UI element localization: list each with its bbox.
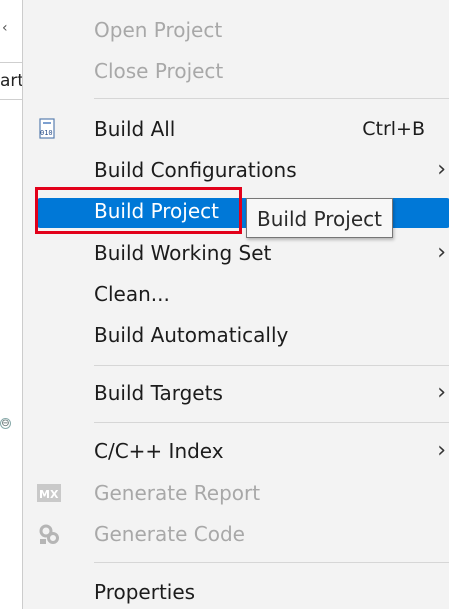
menu-item-label: Build Automatically [94,323,289,347]
background-tab-label: artu [0,71,22,91]
menu-item-label: Generate Report [94,481,261,505]
menu-item-label: Build Working Set [94,241,272,265]
menu-item-build-working-set[interactable]: Build Working Set › [23,233,449,273]
menu-separator [94,98,449,99]
build-all-icon-text: 010 [40,129,53,137]
project-context-menu: Open Project Close Project 010 Build All… [22,0,449,609]
menu-item-label: Build All [94,117,176,141]
collapse-icon[interactable]: ⊖ [0,418,11,429]
menu-item-label: Open Project [94,18,223,42]
menu-item-generate-report[interactable]: MX Generate Report [23,473,449,513]
menu-item-build-automatically[interactable]: Build Automatically [23,315,449,355]
menu-item-label: Generate Code [94,522,245,546]
tooltip: Build Project [246,198,393,238]
build-all-icon: 010 [37,118,61,140]
menu-item-clean[interactable]: Clean... [23,274,449,314]
menu-item-generate-code[interactable]: Generate Code [23,514,449,554]
menu-item-cpp-index[interactable]: C/C++ Index › [23,431,449,471]
menu-item-label: Clean... [94,282,170,306]
menu-item-properties[interactable]: Properties [23,572,449,612]
menu-item-build-targets[interactable]: Build Targets › [23,373,449,413]
menu-separator [94,365,449,366]
arrow-left-icon: ‹ [2,20,8,36]
background-window-strip: ‹ artu ⊖ [0,0,23,609]
chevron-right-icon: › [437,157,446,182]
menu-item-build-configurations[interactable]: Build Configurations › [23,150,449,190]
chevron-right-icon: › [437,380,446,405]
menu-item-label: C/C++ Index [94,439,224,463]
menu-item-close-project[interactable]: Close Project [23,51,449,91]
menu-separator [94,562,449,563]
menu-item-label: Build Targets [94,381,223,405]
mx-icon: MX [37,482,61,504]
menu-item-label: Build Configurations [94,158,297,182]
chevron-right-icon: › [437,240,446,265]
menu-item-label: Properties [94,580,196,604]
menu-item-label: Close Project [94,59,224,83]
menu-item-build-all[interactable]: 010 Build All Ctrl+B [23,109,449,149]
background-tab[interactable]: artu [0,62,22,100]
chevron-right-icon: › [437,438,446,463]
menu-item-open-project[interactable]: Open Project [23,10,449,50]
menu-item-shortcut: Ctrl+B [362,118,425,140]
gear-icon [37,523,61,545]
annotation-box-build-project [35,187,242,234]
menu-separator [94,422,449,423]
mx-icon-text: MX [39,488,59,501]
